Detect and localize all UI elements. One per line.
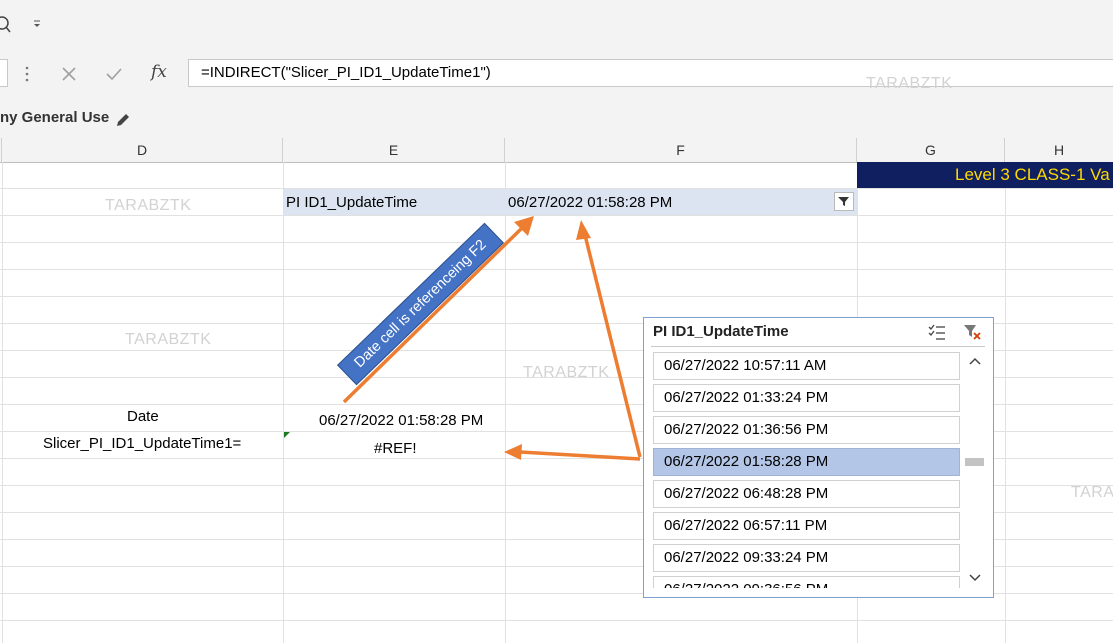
column-header-d[interactable]: D — [2, 138, 283, 162]
print-preview-icon[interactable] — [0, 14, 14, 36]
pivot-filter-button[interactable] — [834, 192, 854, 211]
slicer-item-selected[interactable]: 06/27/2022 01:58:28 PM — [653, 448, 960, 476]
pivot-field-label: PI ID1_UpdateTime — [286, 194, 418, 211]
multi-select-icon[interactable] — [927, 323, 947, 341]
slicer-item[interactable]: 06/27/2022 06:57:11 PM — [653, 512, 960, 540]
cell-e-ref-error[interactable]: #REF! — [374, 440, 417, 457]
slicer-scrollbar-thumb[interactable] — [965, 458, 984, 466]
formula-buttons: fx — [47, 59, 184, 87]
watermark: TARABZTK — [523, 364, 610, 381]
column-header-h[interactable]: H — [1005, 138, 1113, 162]
column-header-e[interactable]: E — [283, 138, 505, 162]
error-indicator-icon[interactable] — [284, 432, 290, 438]
slicer-item[interactable]: 06/27/2022 09:36:56 PM — [653, 576, 960, 588]
watermark: TARABZTK — [125, 331, 212, 348]
sensitivity-bar: ny General Use — [0, 91, 1113, 139]
slicer-items: 06/27/2022 10:57:11 AM 06/27/2022 01:33:… — [644, 351, 966, 588]
formula-input[interactable]: =INDIRECT("Slicer_PI_ID1_UpdateTime1") — [188, 59, 1113, 87]
column-headers: D E F G H — [0, 138, 1113, 163]
cell-d-slicer-label[interactable]: Slicer_PI_ID1_UpdateTime1= — [43, 435, 241, 452]
pencil-icon[interactable] — [114, 111, 132, 129]
drag-handle-icon[interactable] — [24, 65, 30, 83]
banner-cell[interactable]: Level 3 CLASS-1 Va — [857, 162, 1113, 188]
scroll-up-icon[interactable] — [966, 354, 984, 368]
cell-e-date-value[interactable]: 06/27/2022 01:58:28 PM — [319, 412, 483, 429]
filter-icon — [838, 197, 849, 206]
cancel-icon[interactable] — [61, 66, 77, 82]
slicer-item[interactable]: 06/27/2022 09:33:24 PM — [653, 544, 960, 572]
column-header-f[interactable]: F — [505, 138, 857, 162]
customize-toolbar-icon[interactable] — [32, 19, 42, 29]
clear-filter-icon[interactable] — [962, 323, 982, 341]
pivot-row[interactable]: PI ID1_UpdateTime 06/27/2022 01:58:28 PM — [284, 189, 857, 215]
name-box[interactable] — [0, 59, 8, 87]
enter-icon[interactable] — [105, 66, 123, 82]
watermark: TARABZTK — [105, 197, 192, 214]
slicer-title: PI ID1_UpdateTime — [653, 323, 789, 340]
scroll-down-icon[interactable] — [966, 571, 984, 585]
slicer-item[interactable]: 06/27/2022 01:36:56 PM — [653, 416, 960, 444]
pivot-filter-value: 06/27/2022 01:58:28 PM — [508, 194, 673, 211]
watermark: TARABZTK — [1071, 484, 1113, 501]
quick-access-toolbar — [0, 0, 1113, 57]
banner-text: Level 3 CLASS-1 Va — [955, 165, 1110, 184]
slicer-item[interactable]: 06/27/2022 10:57:11 AM — [653, 352, 960, 380]
slicer-item[interactable]: 06/27/2022 06:48:28 PM — [653, 480, 960, 508]
sensitivity-label[interactable]: ny General Use — [0, 109, 109, 126]
formula-text: =INDIRECT("Slicer_PI_ID1_UpdateTime1") — [201, 64, 491, 81]
slicer-divider — [651, 346, 985, 347]
cell-d-date-label[interactable]: Date — [127, 408, 159, 425]
slicer-panel[interactable]: PI ID1_UpdateTime 06/27/2022 10:57:11 AM… — [643, 317, 994, 598]
column-header-g[interactable]: G — [857, 138, 1005, 162]
slicer-item[interactable]: 06/27/2022 01:33:24 PM — [653, 384, 960, 412]
insert-function-icon[interactable]: fx — [151, 62, 167, 82]
watermark: TARABZTK — [866, 75, 953, 92]
